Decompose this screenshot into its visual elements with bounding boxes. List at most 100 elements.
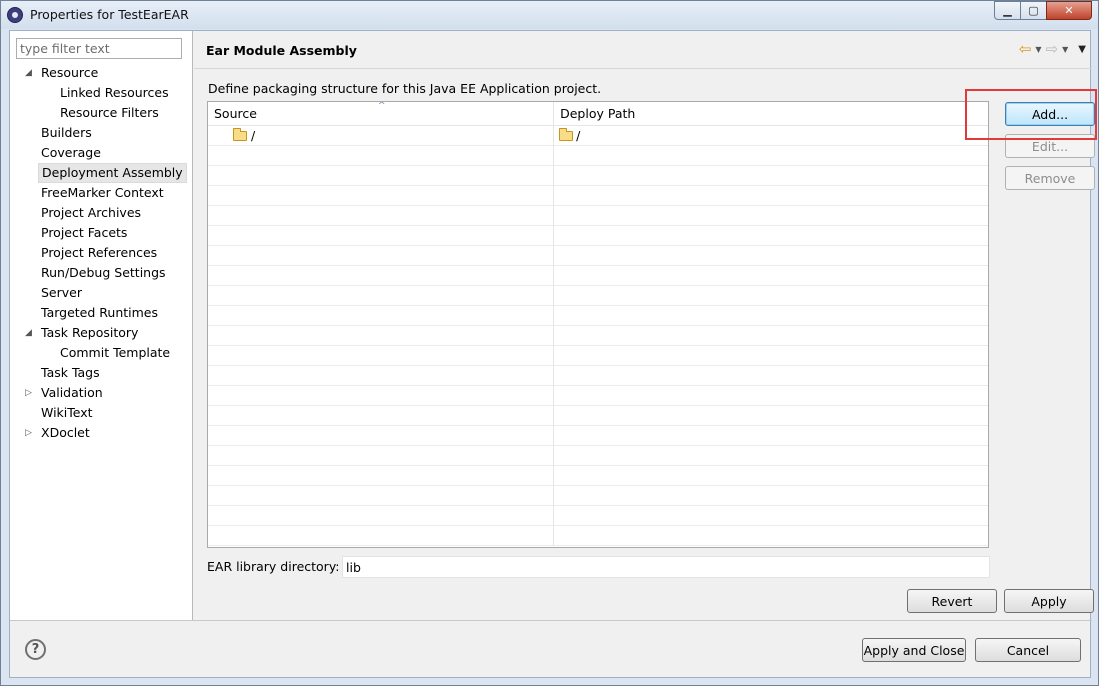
empty-table-row [208, 366, 988, 386]
page-nav-controls: ⇦ ▼ ⇨ ▼ ▼ [1019, 41, 1086, 57]
tree-item[interactable]: Resource Filters [10, 103, 193, 123]
deploy-path-cell: / [554, 126, 988, 146]
tree-item-label: XDoclet [41, 425, 90, 440]
empty-table-row [208, 506, 988, 526]
table-header: Source ^ Deploy Path [208, 102, 988, 126]
edit-button[interactable]: Edit... [1005, 134, 1095, 158]
tree-item-label: Validation [41, 385, 103, 400]
tree-item-label: Task Repository [41, 325, 139, 340]
tree-item[interactable]: Commit Template [10, 343, 193, 363]
empty-cell [554, 506, 988, 526]
empty-cell [208, 166, 555, 186]
expand-arrow-icon[interactable]: ▷ [25, 423, 32, 443]
minimize-button[interactable]: ▁ [994, 1, 1021, 20]
empty-table-row [208, 206, 988, 226]
tree-item-label: Resource Filters [60, 105, 159, 120]
empty-table-row [208, 246, 988, 266]
assembly-table[interactable]: Source ^ Deploy Path / / [207, 101, 989, 548]
apply-button[interactable]: Apply [1004, 589, 1094, 613]
collapse-arrow-icon[interactable]: ◢ [25, 323, 32, 343]
remove-button[interactable]: Remove [1005, 166, 1095, 190]
tree-item[interactable]: Deployment Assembly [10, 163, 193, 183]
property-pages-tree: ◢ Resource Linked Resources Resource Filter… [10, 63, 193, 443]
tree-item-label: WikiText [41, 405, 93, 420]
tree-item[interactable]: FreeMarker Context [10, 183, 193, 203]
window-title: Properties for TestEarEAR [30, 7, 189, 22]
empty-cell [554, 266, 988, 286]
empty-cell [554, 306, 988, 326]
empty-cell [554, 346, 988, 366]
folder-icon [559, 128, 574, 141]
empty-table-row [208, 386, 988, 406]
tree-item[interactable]: ▷ Validation [10, 383, 193, 403]
tree-item[interactable]: Server [10, 283, 193, 303]
tree-item-label: Project References [41, 245, 158, 260]
empty-cell [208, 486, 555, 506]
empty-cell [208, 226, 555, 246]
forward-arrow-icon[interactable]: ⇨ [1046, 41, 1059, 57]
view-menu-icon[interactable]: ▼ [1078, 44, 1086, 55]
expand-arrow-icon[interactable]: ▷ [25, 383, 32, 403]
help-icon[interactable]: ? [25, 639, 46, 660]
close-button[interactable]: ✕ [1046, 1, 1092, 20]
tree-item[interactable]: Run/Debug Settings [10, 263, 193, 283]
revert-button[interactable]: Revert [907, 589, 997, 613]
window-controls: ▁ ▢ ✕ [994, 1, 1092, 21]
tree-item[interactable]: Task Tags [10, 363, 193, 383]
add-button[interactable]: Add... [1005, 102, 1095, 126]
empty-cell [208, 446, 555, 466]
ear-library-input[interactable] [342, 556, 990, 578]
back-arrow-icon[interactable]: ⇦ [1019, 41, 1032, 57]
property-pages-panel: ◢ Resource Linked Resources Resource Filter… [10, 31, 193, 620]
tree-item[interactable]: Project Facets [10, 223, 193, 243]
back-dropdown-icon[interactable]: ▼ [1035, 45, 1041, 54]
apply-and-close-button[interactable]: Apply and Close [862, 638, 966, 662]
empty-cell [208, 206, 555, 226]
column-header-source[interactable]: Source ^ [208, 102, 555, 126]
empty-table-row [208, 166, 988, 186]
maximize-button[interactable]: ▢ [1020, 1, 1047, 20]
filter-input[interactable] [16, 38, 182, 59]
empty-cell [208, 506, 555, 526]
collapse-arrow-icon[interactable]: ◢ [25, 63, 32, 83]
empty-table-row [208, 426, 988, 446]
empty-cell [208, 346, 555, 366]
column-header-deploy-path[interactable]: Deploy Path [554, 102, 988, 126]
empty-cell [554, 326, 988, 346]
empty-cell [554, 286, 988, 306]
tree-item[interactable]: ▷ XDoclet [10, 423, 193, 443]
tree-item-label: Server [41, 285, 82, 300]
tree-item[interactable]: ◢ Resource [10, 63, 193, 83]
cancel-button[interactable]: Cancel [975, 638, 1081, 662]
empty-cell [208, 526, 555, 546]
empty-cell [208, 146, 555, 166]
dialog-client: ◢ Resource Linked Resources Resource Filter… [9, 30, 1097, 678]
title-bar: Properties for TestEarEAR ▁ ▢ ✕ [1, 1, 1098, 29]
empty-table-row [208, 466, 988, 486]
tree-item[interactable]: Project References [10, 243, 193, 263]
empty-table-row [208, 346, 988, 366]
source-cell: / [208, 126, 555, 146]
tree-item[interactable]: Coverage [10, 143, 193, 163]
tree-item[interactable]: Builders [10, 123, 193, 143]
tree-item-label: Commit Template [60, 345, 171, 360]
tree-item[interactable]: Project Archives [10, 203, 193, 223]
tree-item-label: Task Tags [41, 365, 100, 380]
tree-item[interactable]: ◢ Task Repository [10, 323, 193, 343]
tree-item[interactable]: Targeted Runtimes [10, 303, 193, 323]
tree-item[interactable]: Linked Resources [10, 83, 193, 103]
tree-item-label: Resource [41, 65, 99, 80]
tree-item[interactable]: WikiText [10, 403, 193, 423]
deploy-path: / [576, 128, 581, 143]
empty-cell [208, 466, 555, 486]
empty-table-row [208, 486, 988, 506]
forward-dropdown-icon[interactable]: ▼ [1062, 45, 1068, 54]
table-row[interactable]: / / [208, 126, 988, 146]
page-content: Ear Module Assembly ⇦ ▼ ⇨ ▼ ▼ Define pac… [194, 31, 1097, 620]
empty-cell [208, 306, 555, 326]
column-header-source-label: Source [214, 106, 257, 121]
empty-table-row [208, 326, 988, 346]
page-header: Ear Module Assembly ⇦ ▼ ⇨ ▼ ▼ [194, 31, 1092, 69]
tree-item-label: Run/Debug Settings [41, 265, 166, 280]
empty-cell [554, 526, 988, 546]
